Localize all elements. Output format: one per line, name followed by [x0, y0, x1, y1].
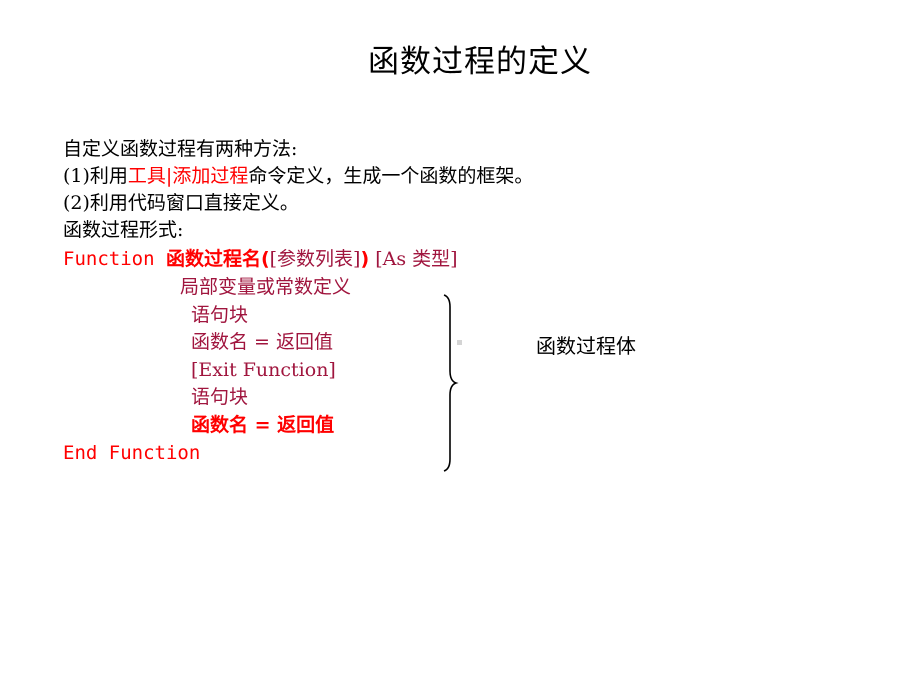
intro-line-2-suffix: 命令定义，生成一个函数的框架。 — [248, 165, 534, 187]
statement-block-1: 语句块 — [191, 304, 249, 326]
end-function: End Function — [63, 442, 201, 464]
function-name: 函数过程名( — [165, 248, 270, 270]
function-body-label: 函数过程体 — [536, 334, 636, 358]
intro-line-1: 自定义函数过程有两种方法: — [63, 138, 298, 160]
function-keyword: Function — [63, 248, 166, 270]
function-close-paren: ) — [360, 248, 370, 270]
function-return-type: [As 类型] — [369, 248, 458, 270]
intro-line-2-prefix: (1)利用 — [63, 165, 128, 187]
local-declarations: 局部变量或常数定义 — [180, 276, 352, 298]
bullet-marker — [457, 340, 462, 345]
intro-line-2: (1)利用工具|添加过程命令定义，生成一个函数的框架。 — [63, 165, 533, 187]
exit-function: [Exit Function] — [191, 359, 336, 381]
intro-line-4: 函数过程形式: — [63, 219, 184, 241]
function-header: Function 函数过程名([参数列表]) [As 类型] — [63, 248, 458, 270]
menu-path: 工具|添加过程 — [127, 165, 249, 187]
slide-title: 函数过程的定义 — [368, 44, 592, 80]
function-params: [参数列表] — [269, 248, 361, 270]
return-assignment-1: 函数名 = 返回值 — [191, 331, 333, 353]
right-brace-icon — [443, 294, 459, 472]
intro-line-3: (2)利用代码窗口直接定义。 — [63, 192, 299, 214]
return-assignment-2: 函数名 = 返回值 — [191, 414, 335, 436]
statement-block-2: 语句块 — [191, 386, 249, 408]
